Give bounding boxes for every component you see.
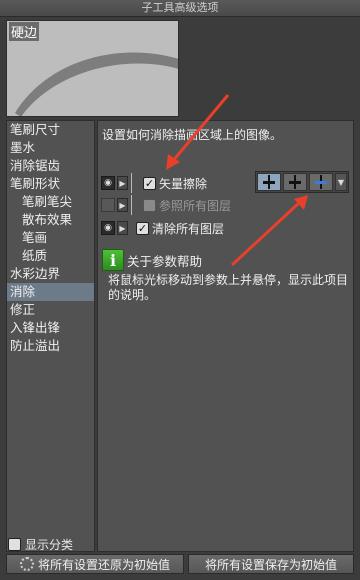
- vector-erase-option[interactable]: ✓ 矢量擦除: [143, 175, 207, 192]
- sidebar-item[interactable]: 消除锯齿: [7, 157, 94, 175]
- sidebar-item[interactable]: 纸质: [7, 247, 94, 265]
- reset-all-settings-button[interactable]: 将所有设置还原为初始值: [6, 554, 184, 574]
- erase-all-layers-checkbox[interactable]: ✓: [136, 221, 149, 235]
- erase-to-intersection-icon[interactable]: [283, 173, 307, 191]
- show-category-option[interactable]: 显示分类: [8, 536, 73, 552]
- erase-touched-icon[interactable]: [257, 173, 281, 191]
- sidebar-item[interactable]: 笔刷形状: [7, 175, 94, 193]
- expand-triangle-icon[interactable]: ▶: [117, 176, 128, 190]
- erase-mode-buttons: ▼: [255, 171, 349, 193]
- reference-all-layers-checkbox[interactable]: [143, 198, 156, 212]
- eye-icon[interactable]: ◉: [101, 221, 115, 235]
- help-body: 将鼠标光标移动到参数上并悬停，显示此项目的说明。: [108, 273, 349, 302]
- expand-triangle-icon[interactable]: ▶: [117, 198, 128, 212]
- settings-panel: 设置如何消除描画区域上的图像。 ◉ ▶ ✓ 矢量擦除 ▼ ▶ 参照所有图层 ◉: [97, 120, 354, 552]
- reset-icon: [19, 557, 34, 571]
- erase-all-layers-row: ◉ ▶ ✓ 清除所有图层: [98, 218, 353, 238]
- sidebar-item[interactable]: 散布效果: [7, 211, 94, 229]
- erase-all-layers-option[interactable]: ✓ 清除所有图层: [136, 220, 224, 237]
- window-title: 子工具高级选项: [0, 0, 360, 17]
- erase-whole-line-icon[interactable]: [309, 173, 333, 191]
- sidebar-item[interactable]: 修正: [7, 301, 94, 319]
- erase-all-layers-label: 清除所有图层: [152, 221, 225, 236]
- preview-label: 硬边: [9, 22, 40, 41]
- panel-description: 设置如何消除描画区域上的图像。: [102, 128, 283, 142]
- sidebar-item[interactable]: 笔刷尺寸: [7, 121, 94, 139]
- vector-erase-label: 矢量擦除: [159, 176, 208, 191]
- chevron-down-icon[interactable]: ▼: [335, 173, 347, 191]
- sidebar-item[interactable]: 消除: [7, 283, 94, 301]
- save-all-settings-button[interactable]: 将所有设置保存为初始值: [188, 554, 354, 574]
- sidebar-item[interactable]: 防止溢出: [7, 337, 94, 355]
- reset-button-label: 将所有设置还原为初始值: [37, 557, 170, 572]
- show-category-label: 显示分类: [25, 537, 74, 552]
- sidebar-item[interactable]: 笔刷笔尖: [7, 193, 94, 211]
- info-icon: i: [102, 249, 124, 271]
- tree-connector: [131, 195, 137, 215]
- vector-erase-checkbox[interactable]: ✓: [143, 176, 156, 190]
- expand-triangle-icon[interactable]: ▶: [117, 221, 128, 235]
- brush-preview: 硬边: [6, 20, 179, 117]
- eye-hidden-icon[interactable]: [101, 198, 115, 212]
- save-button-label: 将所有设置保存为初始值: [204, 557, 337, 572]
- show-category-checkbox[interactable]: [8, 537, 21, 551]
- help-section: i 关于参数帮助 将鼠标光标移动到参数上并悬停，显示此项目的说明。: [102, 249, 352, 303]
- sidebar-item[interactable]: 笔画: [7, 229, 94, 247]
- sidebar-item[interactable]: 入锋出锋: [7, 319, 94, 337]
- reference-all-layers-label: 参照所有图层: [159, 198, 232, 213]
- help-title: 关于参数帮助: [127, 253, 203, 269]
- reference-all-layers-option[interactable]: 参照所有图层: [143, 197, 231, 214]
- sidebar-item[interactable]: 水彩边界: [7, 265, 94, 283]
- reference-all-layers-row: ▶ 参照所有图层: [98, 195, 353, 215]
- category-sidebar: 笔刷尺寸 墨水 消除锯齿 笔刷形状 笔刷笔尖 散布效果 笔画 纸质 水彩边界 消除 修正 入锋出锋 防止…: [6, 120, 95, 552]
- tree-connector: [131, 173, 137, 193]
- sidebar-item[interactable]: 墨水: [7, 139, 94, 157]
- eye-icon[interactable]: ◉: [101, 176, 115, 190]
